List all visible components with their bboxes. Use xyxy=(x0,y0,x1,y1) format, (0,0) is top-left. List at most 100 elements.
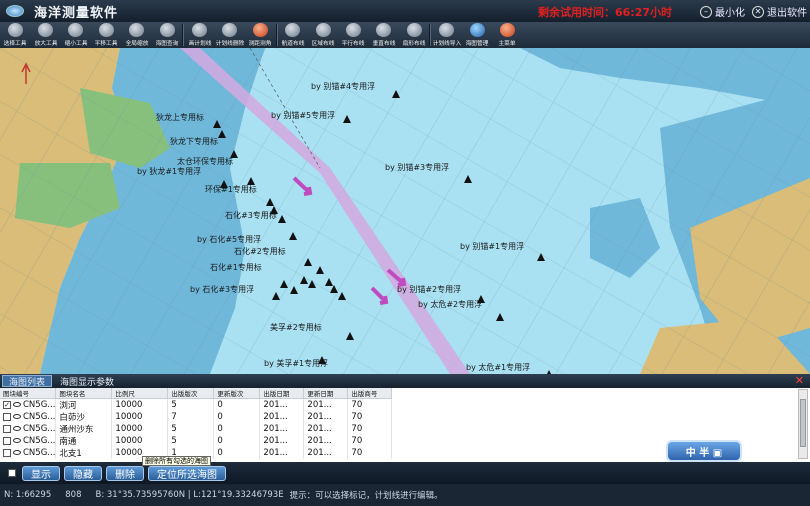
tool-measure[interactable]: 测距测角 xyxy=(245,22,275,48)
cell-scale: 10000 xyxy=(111,423,169,435)
map-label[interactable]: 石化#2专用标 xyxy=(234,246,286,256)
column-header[interactable]: 出版商号 xyxy=(347,388,393,399)
delete-button[interactable]: 删除 xyxy=(106,465,144,481)
row-checkbox[interactable] xyxy=(3,448,11,457)
map-label[interactable]: by 石化#3专用浮 xyxy=(190,284,254,294)
tool-zoom-out[interactable]: 缩小工具 xyxy=(61,22,91,48)
delete-line-icon xyxy=(222,23,238,37)
cell-pub-date: 201... xyxy=(259,411,305,423)
tool-chart-manager[interactable]: 海图管理 xyxy=(462,22,492,48)
zoom-out-icon xyxy=(68,23,84,37)
tool-draw-plan-line[interactable]: 画计划线 xyxy=(184,22,214,48)
chart-map[interactable]: by 别锚#4专用浮 by 别锚#5专用浮 狄龙上专用标 狄龙下专用标 太仓环保… xyxy=(0,48,810,374)
tool-channel-layout[interactable]: 航道布线 xyxy=(278,22,308,48)
select-all-checkbox[interactable] xyxy=(8,469,16,477)
show-button[interactable]: 显示 xyxy=(22,465,60,481)
table-row[interactable]: CN5G... 通州沙东 10000 5 0 201... 201... 70 xyxy=(0,423,393,435)
map-label[interactable]: 狄龙上专用标 xyxy=(156,112,204,122)
map-label[interactable]: 环保#1专用标 xyxy=(205,184,257,194)
chart-canvas[interactable]: by 别锚#4专用浮 by 别锚#5专用浮 狄龙上专用标 狄龙下专用标 太仓环保… xyxy=(0,48,810,374)
exit-button[interactable]: ✕ 退出软件 xyxy=(752,4,807,19)
map-label[interactable]: 狄龙下专用标 xyxy=(170,136,218,146)
tool-zoom-in[interactable]: 放大工具 xyxy=(30,22,60,48)
row-checkbox[interactable] xyxy=(3,424,11,433)
fit-extent-icon xyxy=(129,23,145,37)
draw-line-icon xyxy=(192,23,208,37)
perpendicular-icon xyxy=(376,23,392,37)
cell-name: 通州沙东 xyxy=(55,423,113,435)
map-label[interactable]: 美孚#2专用标 xyxy=(270,322,322,332)
delete-tooltip: 删除所有勾选的海图 xyxy=(142,456,211,466)
map-label[interactable]: by 太危#2专用浮 xyxy=(418,299,482,309)
map-label[interactable]: 太仓环保专用标 xyxy=(177,156,233,166)
minimize-icon: – xyxy=(700,5,712,18)
tool-parallel-layout[interactable]: 平行布线 xyxy=(338,22,368,48)
map-label[interactable]: by 石化#5专用浮 xyxy=(197,234,261,244)
menu-icon xyxy=(499,23,515,37)
column-header[interactable]: 图块编号 xyxy=(0,388,57,399)
status-hint: 提示：可以选择标记，计划线进行编辑。 xyxy=(289,491,443,501)
tool-chart-query[interactable]: 海图查询 xyxy=(152,22,182,48)
column-header[interactable]: 更新版次 xyxy=(213,388,261,399)
eye-icon[interactable] xyxy=(13,414,21,419)
row-checkbox[interactable] xyxy=(3,412,11,421)
table-row[interactable]: CN5G... 白茆沙 10000 7 0 201... 201... 70 xyxy=(0,411,393,423)
zoom-badge[interactable]: 中 半 ▣ xyxy=(666,440,742,462)
cell-publisher: 70 xyxy=(347,411,393,423)
row-checkbox[interactable]: ✓ xyxy=(3,400,11,409)
eye-icon[interactable] xyxy=(13,450,21,455)
minimize-button[interactable]: – 最小化 xyxy=(700,4,745,19)
sector-icon xyxy=(406,23,422,37)
eye-icon[interactable] xyxy=(13,438,21,443)
tool-select[interactable]: 选择工具 xyxy=(0,22,30,48)
map-label[interactable]: by 别锚#5专用浮 xyxy=(271,110,335,120)
close-icon[interactable]: ✕ xyxy=(795,374,804,387)
cell-update: 0 xyxy=(213,423,261,435)
map-label[interactable]: by 别锚#3专用浮 xyxy=(385,162,449,172)
map-label[interactable]: 石化#3专用标 xyxy=(225,210,277,220)
tool-fit-extent[interactable]: 全局缩放 xyxy=(122,22,152,48)
status-coordinates: B: 31°35.73595760N | L:121°19.33246793E xyxy=(95,490,284,500)
tool-import-plan-line[interactable]: 计划线导入 xyxy=(431,22,461,48)
column-header[interactable]: 出版日期 xyxy=(259,388,305,399)
column-header[interactable]: 更新日期 xyxy=(303,388,349,399)
column-header[interactable]: 出版版次 xyxy=(167,388,215,399)
eye-icon[interactable] xyxy=(13,426,21,431)
map-label[interactable]: by 别锚#1专用浮 xyxy=(460,241,524,251)
cell-upd-date: 201... xyxy=(303,447,349,459)
table-row[interactable]: CN5G... 南通 10000 5 0 201... 201... 70 xyxy=(0,435,393,447)
tool-pan[interactable]: 平移工具 xyxy=(91,22,121,48)
tool-main-menu[interactable]: 主菜单 xyxy=(492,22,522,48)
tool-label: 计划线删除 xyxy=(215,40,245,47)
status-bar: N: 1:66295 808 B: 31°35.73595760N | L:12… xyxy=(0,484,810,506)
tab-chart-list[interactable]: 海图列表 xyxy=(2,375,53,388)
tool-area-layout[interactable]: 区域布线 xyxy=(308,22,338,48)
tool-label: 测距测角 xyxy=(248,40,272,47)
cell-scale: 10000 xyxy=(111,398,169,411)
cell-id: CN5G... xyxy=(23,448,56,458)
table-scrollbar[interactable] xyxy=(798,389,808,459)
column-header[interactable]: 图块名名 xyxy=(55,388,113,399)
tool-label: 画计划线 xyxy=(188,40,211,47)
cell-upd-date: 201... xyxy=(303,423,349,435)
scrollbar-thumb[interactable] xyxy=(800,399,806,447)
locate-chart-button[interactable]: 定位所选海图 xyxy=(148,465,226,481)
map-label[interactable]: by 别锚#4专用浮 xyxy=(311,81,375,91)
map-label[interactable]: by 狄龙#1专用浮 xyxy=(137,166,201,176)
hide-button[interactable]: 隐藏 xyxy=(64,465,102,481)
cell-pub-date: 201... xyxy=(259,398,305,411)
tool-sector-layout[interactable]: 扇形布线 xyxy=(399,22,429,48)
map-label[interactable]: by 太危#1专用浮 xyxy=(466,362,530,372)
tab-chart-display-params[interactable]: 海图显示参数 xyxy=(54,375,120,388)
column-header[interactable]: 比例尺 xyxy=(111,388,169,399)
tool-perpendicular-layout[interactable]: 垂直布线 xyxy=(369,22,399,48)
eye-icon[interactable] xyxy=(13,402,21,407)
tool-delete-plan-line[interactable]: 计划线删除 xyxy=(215,22,245,48)
map-label[interactable]: 石化#1专用标 xyxy=(210,262,262,272)
cell-publisher: 70 xyxy=(347,447,393,459)
table-row[interactable]: ✓ CN5G... 浏河 10000 5 0 201... 201... 70 xyxy=(0,398,393,411)
globe-icon xyxy=(469,23,485,37)
map-label[interactable]: by 别锚#2专用浮 xyxy=(397,284,461,294)
row-checkbox[interactable] xyxy=(3,436,11,445)
tool-label: 主菜单 xyxy=(498,40,517,47)
